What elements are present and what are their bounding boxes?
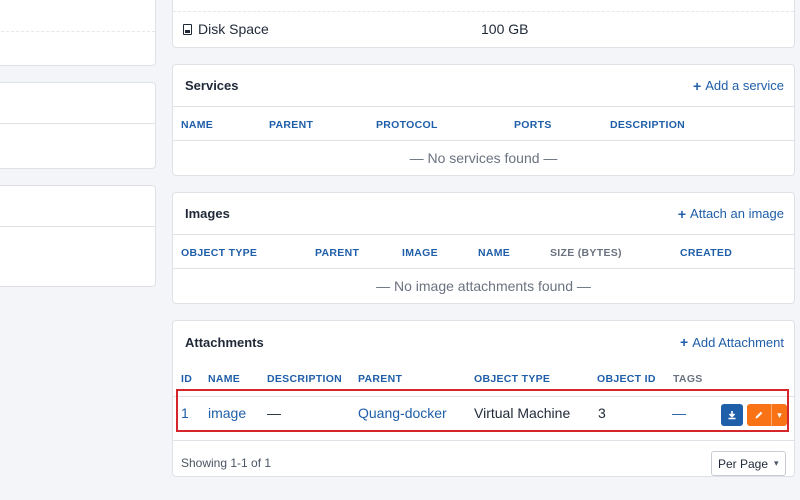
edit-button[interactable]: ▾ — [747, 404, 787, 426]
vm-resources-card: Disk Space 100 GB — [172, 0, 795, 48]
col-id[interactable]: ID — [181, 373, 192, 385]
images-table-header: OBJECT TYPE PARENT IMAGE NAME SIZE (BYTE… — [173, 235, 794, 269]
attachments-card: Attachments + Add Attachment ID NAME DES… — [172, 320, 795, 477]
pagination-summary: Showing 1-1 of 1 — [181, 456, 272, 470]
services-empty-message: — No services found — — [409, 150, 558, 166]
chevron-down-icon[interactable]: ▾ — [771, 404, 787, 426]
col-parent[interactable]: PARENT — [315, 247, 359, 259]
pencil-icon — [755, 411, 763, 419]
col-protocol[interactable]: PROTOCOL — [376, 119, 438, 131]
disk-space-value: 100 GB — [481, 21, 529, 37]
images-empty-message: — No image attachments found — — [376, 278, 591, 294]
attachment-object-type: Virtual Machine — [474, 405, 571, 421]
col-description[interactable]: DESCRIPTION — [610, 119, 685, 131]
images-card: Images + Attach an image OBJECT TYPE PAR… — [172, 192, 795, 304]
col-name[interactable]: NAME — [208, 373, 240, 385]
col-object-type[interactable]: OBJECT TYPE — [474, 373, 550, 385]
attachment-object-id: 3 — [598, 405, 606, 421]
images-title: Images — [185, 206, 230, 221]
col-tags: TAGS — [673, 373, 703, 385]
attachments-title: Attachments — [185, 334, 264, 350]
attachment-tags: — — [672, 405, 686, 421]
disk-space-label: Disk Space — [183, 21, 269, 37]
col-created[interactable]: CREATED — [680, 247, 732, 259]
col-image[interactable]: IMAGE — [402, 247, 438, 259]
left-card-1 — [0, 0, 156, 66]
attachment-id-link[interactable]: 1 — [181, 405, 189, 421]
left-card-2 — [0, 82, 156, 169]
per-page-dropdown[interactable]: Per Page ▾ — [711, 451, 786, 476]
attachment-description: — — [267, 405, 281, 421]
col-object-id[interactable]: OBJECT ID — [597, 373, 656, 385]
add-service-button[interactable]: + Add a service — [693, 78, 784, 94]
col-parent[interactable]: PARENT — [269, 119, 313, 131]
download-icon — [728, 411, 736, 420]
hdd-icon — [183, 23, 192, 35]
col-ports[interactable]: PORTS — [514, 119, 552, 131]
services-card: Services + Add a service NAME PARENT PRO… — [172, 64, 795, 176]
chevron-down-icon: ▾ — [774, 458, 779, 468]
services-table-header: NAME PARENT PROTOCOL PORTS DESCRIPTION — [173, 107, 794, 141]
attach-image-button[interactable]: + Attach an image — [678, 206, 784, 222]
attachments-table-header: ID NAME DESCRIPTION PARENT OBJECT TYPE O… — [173, 363, 794, 397]
col-size: SIZE (BYTES) — [550, 247, 622, 259]
plus-icon: + — [693, 77, 702, 94]
col-object-type[interactable]: OBJECT TYPE — [181, 247, 257, 259]
col-description[interactable]: DESCRIPTION — [267, 373, 342, 385]
col-name[interactable]: NAME — [478, 247, 510, 259]
col-name[interactable]: NAME — [181, 119, 213, 131]
attachments-footer: Showing 1-1 of 1 Per Page ▾ — [173, 440, 794, 486]
add-attachment-button[interactable]: + Add Attachment — [680, 334, 784, 350]
services-title: Services — [185, 78, 239, 93]
col-parent[interactable]: PARENT — [358, 373, 402, 385]
left-card-3 — [0, 185, 156, 287]
download-button[interactable] — [721, 404, 743, 426]
table-row: 1 image — Quang-docker Virtual Machine 3… — [173, 397, 794, 431]
attachment-parent-link[interactable]: Quang-docker — [358, 405, 447, 421]
plus-icon: + — [677, 205, 687, 222]
plus-icon: + — [680, 334, 689, 350]
attachment-name-link[interactable]: image — [208, 405, 246, 421]
